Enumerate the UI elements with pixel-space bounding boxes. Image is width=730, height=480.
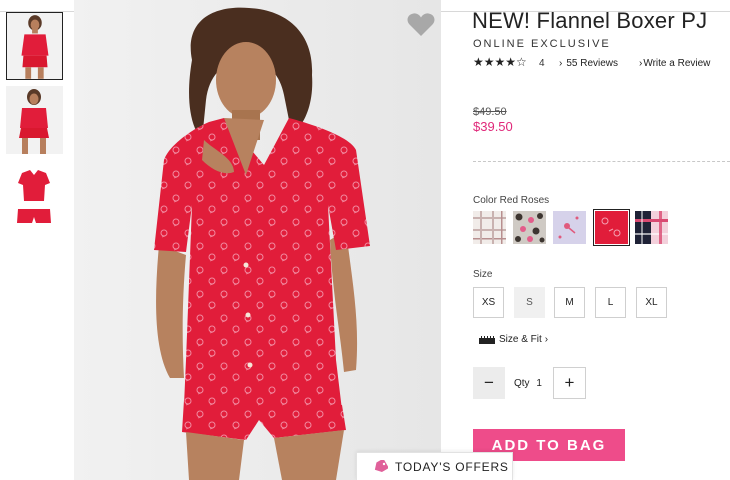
size-option-m[interactable]: M — [554, 287, 585, 318]
chevron-right-icon: › — [639, 58, 643, 69]
size-label: Size — [473, 269, 493, 280]
todays-offers-label: TODAY'S OFFERS — [395, 459, 509, 474]
favorite-heart-icon[interactable] — [407, 11, 435, 37]
swatch-navy-plaid[interactable] — [635, 211, 668, 244]
swatch-red-roses[interactable] — [593, 209, 630, 246]
chevron-right-icon: › — [544, 334, 549, 345]
original-price: $49.50 — [473, 106, 507, 118]
swatch-plaid-light[interactable] — [473, 211, 506, 244]
rating-value: 4 — [539, 58, 545, 69]
product-title: NEW! Flannel Boxer PJ — [472, 8, 708, 33]
write-review-label: Write a Review — [643, 58, 711, 69]
reviews-link-label: 55 Reviews — [566, 58, 619, 69]
thumbnail-pose[interactable] — [6, 86, 63, 154]
size-fit-link[interactable]: Size & Fit › — [479, 334, 548, 345]
qty-increase-button[interactable]: + — [553, 367, 586, 399]
reviews-link[interactable]: › 55 Reviews — [559, 58, 618, 69]
ruler-icon — [479, 335, 495, 344]
write-review-link[interactable]: ›Write a Review — [639, 58, 710, 69]
main-product-image — [74, 0, 441, 480]
size-option-xl[interactable]: XL — [636, 287, 667, 318]
size-option-l[interactable]: L — [595, 287, 626, 318]
qty-decrease-button[interactable]: − — [473, 367, 505, 399]
swatch-leopard-pink[interactable] — [513, 211, 546, 244]
qty-display: Qty 1 — [514, 378, 542, 389]
swatch-lilac-print[interactable] — [553, 211, 586, 244]
qty-label: Qty — [514, 378, 530, 389]
color-label: Color Red Roses — [473, 195, 550, 206]
chevron-right-icon: › — [559, 58, 563, 69]
thumbnail-flatlay[interactable] — [6, 163, 63, 231]
qty-value: 1 — [536, 378, 542, 389]
price-divider — [473, 161, 730, 162]
size-option-s[interactable]: S — [514, 287, 545, 318]
thumbnail-front-image — [7, 13, 62, 79]
size-fit-label: Size & Fit — [499, 334, 542, 345]
todays-offers-tab[interactable]: TODAY'S OFFERS — [356, 452, 513, 480]
online-exclusive-badge: ONLINE EXCLUSIVE — [473, 38, 611, 50]
rating-stars: ★★★★☆ — [473, 55, 527, 69]
thumbnail-flatlay-image — [6, 163, 63, 231]
thumbnail-front[interactable] — [6, 12, 63, 80]
tag-icon — [374, 460, 388, 473]
sale-price: $39.50 — [473, 119, 513, 134]
size-option-xs[interactable]: XS — [473, 287, 504, 318]
thumbnail-pose-image — [6, 86, 63, 154]
